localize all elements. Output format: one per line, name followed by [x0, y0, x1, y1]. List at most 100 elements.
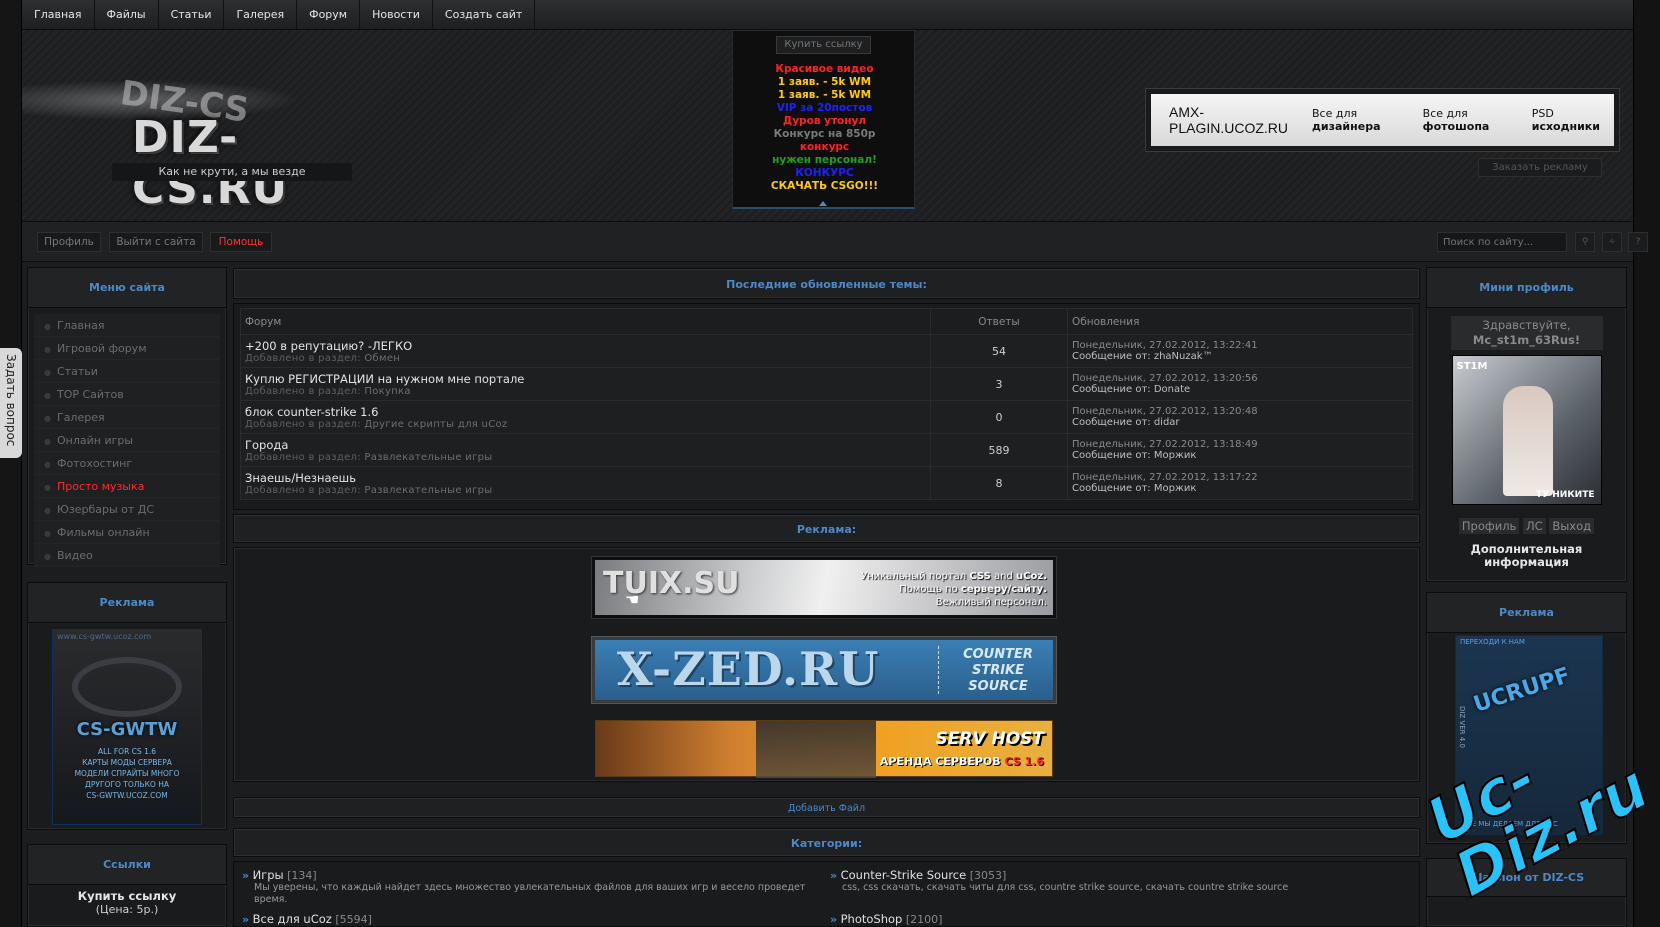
- ask-question-tab[interactable]: Задать вопрос: [0, 348, 22, 458]
- xzed-banner[interactable]: X-ZED.RU COUNTER STRIKE SOURCE: [591, 636, 1057, 704]
- menu-item-label: Игровой форум: [56, 342, 147, 355]
- more-info[interactable]: Дополнительная информация: [1427, 543, 1626, 569]
- topic-section-link[interactable]: Развлекательные игры: [364, 452, 492, 463]
- banner-amx-text2: Все для фотошопа: [1422, 107, 1490, 133]
- menu-item[interactable]: ● Онлайн игры: [34, 429, 220, 452]
- ad-line[interactable]: 1 заяв. - 5k WM: [733, 76, 916, 89]
- topic-update: Понедельник, 27.02.2012, 13:22:41 Сообщен…: [1067, 334, 1413, 368]
- banner-amx-content: AMX-PLAGIN.UCOZ.RU Все для дизайнера Все…: [1151, 94, 1614, 146]
- latest-topics-panel: Форум Ответы Обновления +200 в репутацию…: [233, 303, 1420, 510]
- logout-button[interactable]: Выйти с сайта: [109, 232, 203, 252]
- menu-item[interactable]: ● TOP Сайтов: [34, 383, 220, 406]
- help-button[interactable]: Помощь: [210, 232, 272, 252]
- nav-gallery[interactable]: Галерея: [224, 0, 298, 29]
- topic-title[interactable]: Города: [245, 438, 930, 452]
- topic-section: Добавлено в раздел: Другие скрипты для u…: [245, 418, 508, 430]
- rss-icon[interactable]: ∻: [1602, 232, 1622, 252]
- menu-item[interactable]: ● Игровой форум: [34, 337, 220, 360]
- avatar-caption: ТУ НИКИТЕ: [1536, 490, 1595, 500]
- ad-line[interactable]: КОНКУРС: [733, 167, 916, 180]
- question-icon[interactable]: ?: [1628, 232, 1648, 252]
- servhost-soldiers: [756, 721, 876, 778]
- bullet-icon: ●: [44, 391, 51, 400]
- site-menu-block: Меню сайта ● Главная ● Игровой форум ● Статьи…: [27, 267, 227, 567]
- menu-item[interactable]: ● Фотохостинг: [34, 452, 220, 475]
- topic-author-link[interactable]: didar: [1154, 417, 1180, 428]
- topic-author-link[interactable]: Моржик: [1154, 450, 1197, 461]
- ad-line[interactable]: VIP за 20постов: [733, 102, 916, 115]
- ad-line[interactable]: конкурс: [733, 141, 916, 154]
- gwtw-line: КАРТЫ МОДЫ СЕРВЕРА: [82, 758, 172, 767]
- ad-line[interactable]: СКАЧАТЬ CSGO!!!: [733, 180, 916, 193]
- user-bar: Профиль Выйти с сайта Помощь ⚲ ∻ ?: [22, 222, 1648, 262]
- ad-line[interactable]: Красивое видео: [733, 63, 916, 76]
- menu-item[interactable]: ● Главная: [34, 314, 220, 337]
- topic-section-link[interactable]: Развлекательные игры: [364, 485, 492, 496]
- category-games[interactable]: » Игры [134] Мы уверены, что каждый найд…: [242, 868, 822, 906]
- category-css[interactable]: » Counter-Strike Source [3053] css, css …: [830, 868, 1410, 894]
- nav-articles[interactable]: Статьи: [159, 0, 225, 29]
- menu-item-label: Фильмы онлайн: [56, 526, 150, 539]
- ad-line[interactable]: Дуров утонул: [733, 115, 916, 128]
- latest-topics-title: Последние обновленные темы:: [233, 268, 1420, 299]
- menu-item-label: Онлайн игры: [56, 434, 134, 447]
- nav-forum[interactable]: Форум: [297, 0, 361, 29]
- servhost-banner[interactable]: SERV HOST АРЕНДА СЕРВЕРОВ CS 1.6: [595, 720, 1053, 778]
- site-logo[interactable]: DIZ-CS DIZ-CS.RU Как не крути, а мы везд…: [22, 30, 362, 220]
- buy-link-button[interactable]: Купить ссылку: [776, 36, 871, 54]
- profile-link[interactable]: Профиль: [1458, 518, 1520, 534]
- gwtw-line: CS-GWTW.UCOZ.COM: [86, 791, 168, 800]
- menu-item[interactable]: ● Статьи: [34, 360, 220, 383]
- topic-title[interactable]: +200 в репутацию? -ЛЕГКО: [245, 339, 930, 353]
- menu-item[interactable]: ● Юзербары от ДС: [34, 498, 220, 521]
- logout-link[interactable]: Выход: [1549, 518, 1595, 534]
- ad-line[interactable]: 1 заяв. - 5k WM: [733, 89, 916, 102]
- topic-title[interactable]: Знаешь/Незнаешь: [245, 471, 930, 485]
- banner-amx[interactable]: AMX-PLAGIN.UCOZ.RU Все для дизайнера Все…: [1145, 88, 1620, 152]
- add-file-link[interactable]: Добавить Файл: [233, 797, 1420, 818]
- topic-section: Добавлено в раздел: Обмен: [245, 352, 401, 364]
- ad-line[interactable]: нужен персонал!: [733, 154, 916, 167]
- menu-item[interactable]: ● Галерея: [34, 406, 220, 429]
- tuix-banner-bg: TUIX.SU ☚ Уникальный портал CSS and uCoz…: [595, 560, 1053, 615]
- nav-news[interactable]: Новости: [360, 0, 433, 29]
- gwtw-line: МОДЕЛИ СПРАЙТЫ МНОГО: [74, 769, 180, 778]
- category-ucoz[interactable]: » Все для uCoz [5594]: [242, 912, 822, 926]
- topic-section-link[interactable]: Обмен: [364, 353, 400, 364]
- avatar[interactable]: ST1M ТУ НИКИТЕ: [1451, 355, 1602, 505]
- menu-item[interactable]: ● Фильмы онлайн: [34, 521, 220, 544]
- order-ad-button[interactable]: Заказать рекламу: [1478, 158, 1602, 177]
- topic-title[interactable]: Куплю РЕГИСТРАЦИИ на нужном мне портале: [245, 372, 930, 386]
- topic-section-link[interactable]: Покупка: [364, 386, 410, 397]
- left-ad-title: Реклама: [28, 583, 226, 623]
- tuix-banner[interactable]: TUIX.SU ☚ Уникальный портал CSS and uCoz…: [591, 556, 1057, 619]
- cs-gwtw-banner[interactable]: www.cs-gwtw.ucoz.com CS-GWTW ALL FOR CS …: [52, 629, 202, 825]
- servhost-logo: SERV HOST: [935, 729, 1044, 749]
- bullet-icon: ●: [44, 460, 51, 469]
- magnifier-icon[interactable]: ⚲: [1575, 232, 1595, 252]
- nav-home[interactable]: Главная: [22, 0, 95, 29]
- gwtw-line: ALL FOR CS 1.6: [98, 747, 156, 756]
- topic-section-link[interactable]: Другие скрипты для uCoz: [364, 419, 507, 430]
- table-row: Знаешь/Незнаешь Добавлено в раздел: Развл…: [240, 466, 1413, 500]
- cs-gwtw-lines: ALL FOR CS 1.6 КАРТЫ МОДЫ СЕРВЕРА МОДЕЛИ С…: [53, 746, 201, 801]
- profile-button[interactable]: Профиль: [37, 232, 101, 252]
- topic-author-link[interactable]: Donate: [1154, 384, 1190, 395]
- bullet-icon: ●: [44, 529, 51, 538]
- nav-files[interactable]: Файлы: [95, 0, 159, 29]
- category-photoshop[interactable]: » PhotoShop [2100]: [830, 912, 1410, 926]
- topic-author-link[interactable]: zhaNuzak™: [1154, 351, 1213, 362]
- menu-item[interactable]: ● Просто музыка: [34, 475, 220, 498]
- messages-link[interactable]: ЛС: [1522, 518, 1546, 534]
- xzed-subtitle: COUNTER STRIKE SOURCE: [963, 647, 1033, 694]
- buy-link-text[interactable]: Купить ссылку: [28, 889, 226, 903]
- topic-author-link[interactable]: Моржик: [1154, 483, 1197, 494]
- arrow-icon: »: [830, 913, 838, 926]
- ad-line[interactable]: Конкурс на 850р: [733, 128, 916, 141]
- nav-create-site[interactable]: Создать сайт: [433, 0, 536, 29]
- menu-item[interactable]: ● Видео: [34, 544, 220, 567]
- search-input[interactable]: [1437, 232, 1567, 252]
- bullet-icon: ●: [44, 483, 51, 492]
- topic-title[interactable]: блок counter-strike 1.6: [245, 405, 930, 419]
- xzed-divider: [938, 646, 939, 694]
